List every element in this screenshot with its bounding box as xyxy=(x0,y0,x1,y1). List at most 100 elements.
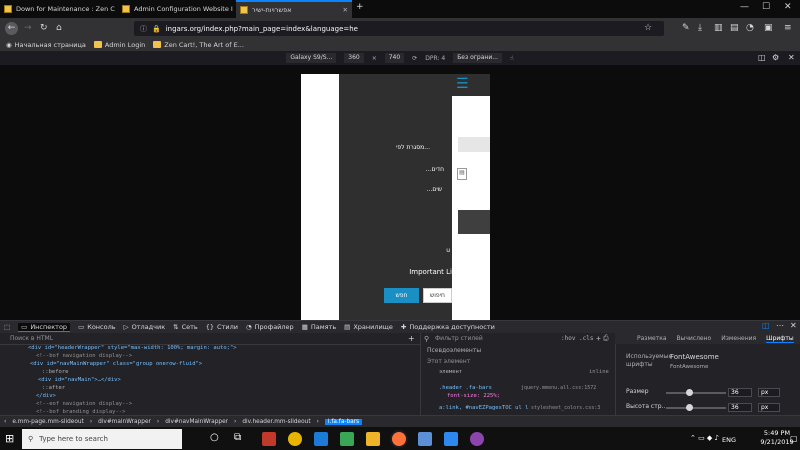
rules-filter-input[interactable]: Фильтр стилей xyxy=(435,335,483,342)
rule-selector[interactable]: a:link, #navEZPagesTOC ul li a, a:hover,… xyxy=(439,405,529,411)
line-height-input[interactable]: 36 xyxy=(728,403,752,412)
maximize-icon[interactable]: ☐ xyxy=(762,2,770,12)
new-tab-button[interactable]: + xyxy=(356,2,364,12)
menu-item-4[interactable]: u xyxy=(446,247,450,254)
app-icon[interactable] xyxy=(418,432,432,446)
chrome-icon[interactable] xyxy=(288,432,302,446)
size-slider[interactable] xyxy=(666,389,726,396)
tab-fonts[interactable]: Шрифты xyxy=(766,335,794,343)
tab-computed[interactable]: Вычислено xyxy=(677,335,712,342)
hamburger-menu-icon[interactable]: ☰ xyxy=(456,74,469,94)
settings-icon[interactable]: ⚙ xyxy=(772,53,779,62)
close-devtools-icon[interactable]: ✕ xyxy=(790,321,797,330)
close-tab-icon[interactable]: ✕ xyxy=(343,6,348,14)
minimize-icon[interactable]: — xyxy=(740,2,749,12)
touch-icon[interactable]: ☝ xyxy=(510,55,514,62)
tab-2[interactable]: Admin Configuration Website I ✕ xyxy=(118,0,234,18)
hov-toggle[interactable]: :hov xyxy=(561,335,575,342)
html-line[interactable]: <!--eof navigation display--> xyxy=(36,401,132,407)
app-icon[interactable] xyxy=(262,432,276,446)
cls-toggle[interactable]: .cls xyxy=(579,335,593,342)
line-height-slider[interactable] xyxy=(666,404,726,411)
tools-icon[interactable]: ✎ xyxy=(682,22,690,34)
rule-source-link[interactable]: jquery.mmenu.all.css:1572 xyxy=(521,385,596,391)
cortana-icon[interactable]: ○ xyxy=(210,432,224,446)
bookmark-home[interactable]: ◉ Начальная страница xyxy=(6,41,86,49)
tab-layout[interactable]: Разметка xyxy=(637,335,667,342)
more-options-icon[interactable]: ⋯ xyxy=(776,321,784,330)
menu-item-2[interactable]: ...חדים xyxy=(426,166,444,173)
pick-element-icon[interactable]: ⬚ xyxy=(4,323,10,331)
sidebar-icon[interactable]: ▤ xyxy=(730,22,739,34)
windows-start-icon[interactable]: ⊞ xyxy=(5,432,14,445)
tab-storage[interactable]: ▤ Хранилище xyxy=(344,323,393,331)
html-line[interactable]: <div id="headerWrapper" style="max-width… xyxy=(28,345,237,351)
forward-icon[interactable]: → xyxy=(24,22,32,34)
html-line[interactable]: ::after xyxy=(42,385,65,391)
library-icon[interactable]: ▥ xyxy=(714,22,723,34)
swap-icon[interactable]: × xyxy=(372,55,377,62)
element-rule[interactable]: элемент xyxy=(439,369,462,375)
tray-icons[interactable]: ⌃ ▭ ◆ ♪ xyxy=(690,434,719,442)
html-line[interactable]: </div> xyxy=(36,393,56,399)
store-icon[interactable] xyxy=(340,432,354,446)
tab-1[interactable]: Down for Maintenance : Zen C ✕ xyxy=(0,0,116,18)
task-view-icon[interactable]: ⧉ xyxy=(234,432,248,446)
info-icon[interactable]: ⓘ xyxy=(140,24,147,34)
viewport-width[interactable]: 360 xyxy=(344,53,364,63)
edge-icon[interactable] xyxy=(314,432,328,446)
device-select[interactable]: Galaxy S9/S... xyxy=(286,53,337,63)
home-icon[interactable]: ⌂ xyxy=(56,22,62,34)
menu-icon[interactable]: ≡ xyxy=(784,22,792,34)
rotate-icon[interactable]: ⟳ xyxy=(412,55,417,62)
size-input[interactable]: 36 xyxy=(728,388,752,397)
bookmark-zen-cart[interactable]: Zen Cart!, The Art of E... xyxy=(153,41,244,49)
print-icon[interactable]: ⎙ xyxy=(603,334,609,343)
dock-icon[interactable]: ◫ xyxy=(762,321,770,330)
taskbar-search[interactable]: ⚲ Type here to search xyxy=(22,429,182,449)
reload-icon[interactable]: ↻ xyxy=(40,22,48,34)
size-unit-select[interactable]: px xyxy=(758,388,780,397)
html-line[interactable]: <!--bof navigation display--> xyxy=(36,353,132,359)
url-bar[interactable]: ⓘ 🔒 ingars.org/index.php?main_page=index… xyxy=(134,21,664,36)
star-icon[interactable]: ☆ xyxy=(644,22,652,34)
rule-source-link[interactable]: stylesheet_colors.css:3 xyxy=(531,405,600,411)
throttle-select[interactable]: Без ограни... xyxy=(453,53,502,63)
viewport-height[interactable]: 740 xyxy=(384,53,405,63)
menu-item-3[interactable]: ...שים xyxy=(427,186,442,193)
tab-changes[interactable]: Изменения xyxy=(721,335,756,342)
breadcrumb-item[interactable]: div#navMainWrapper xyxy=(165,419,228,425)
html-line[interactable]: <div id="navMain">…</div> xyxy=(38,377,121,383)
extension-icon[interactable]: ▣ xyxy=(764,22,773,34)
tab-styles[interactable]: {} Стили xyxy=(206,323,238,331)
app-icon[interactable] xyxy=(470,432,484,446)
sync-icon[interactable]: ◔ xyxy=(746,22,754,34)
tab-3-active[interactable]: אפשרויות-ישיר ✕ xyxy=(236,0,352,18)
html-line[interactable]: <div id="navMainWrapper" class="group on… xyxy=(30,361,202,367)
slider-knob[interactable] xyxy=(686,404,693,411)
close-rdm-icon[interactable]: ✕ xyxy=(788,53,795,62)
slider-knob[interactable] xyxy=(686,389,693,396)
reset-button[interactable]: חיפוש xyxy=(423,288,452,303)
breadcrumb-item[interactable]: div#mainWrapper xyxy=(98,419,151,425)
rule-selector[interactable]: .header .fa-bars xyxy=(439,385,492,391)
tab-accessibility[interactable]: ✚ Поддержка доступности xyxy=(401,323,495,331)
rule-property[interactable]: font-size: 225%; xyxy=(447,393,500,399)
language-indicator[interactable]: ENG xyxy=(722,436,736,444)
explorer-icon[interactable] xyxy=(366,432,380,446)
breadcrumb-item[interactable]: e.mm-page.mm-slideout xyxy=(12,419,83,425)
line-height-unit-select[interactable]: px xyxy=(758,403,780,412)
add-rule-icon[interactable]: + xyxy=(596,334,601,343)
tab-profiler[interactable]: ◔ Профайлер xyxy=(246,323,294,331)
bookmark-admin-login[interactable]: Admin Login xyxy=(93,41,145,49)
tab-memory[interactable]: ▦ Память xyxy=(302,323,336,331)
app-icon[interactable] xyxy=(444,432,458,446)
chevron-left-icon[interactable]: ‹ xyxy=(4,419,6,425)
breadcrumb-item-selected[interactable]: i.fa.fa-bars xyxy=(324,418,363,425)
back-icon[interactable]: ← xyxy=(5,22,18,35)
download-icon[interactable]: ⤓ xyxy=(698,22,702,34)
search-button[interactable]: חפש xyxy=(384,288,419,303)
pseudo-elements-toggle[interactable]: Псевдоэлементы xyxy=(427,347,481,354)
tab-console[interactable]: ▭ Консоль xyxy=(78,323,116,331)
tab-inspector[interactable]: ▭ Инспектор xyxy=(18,322,71,332)
